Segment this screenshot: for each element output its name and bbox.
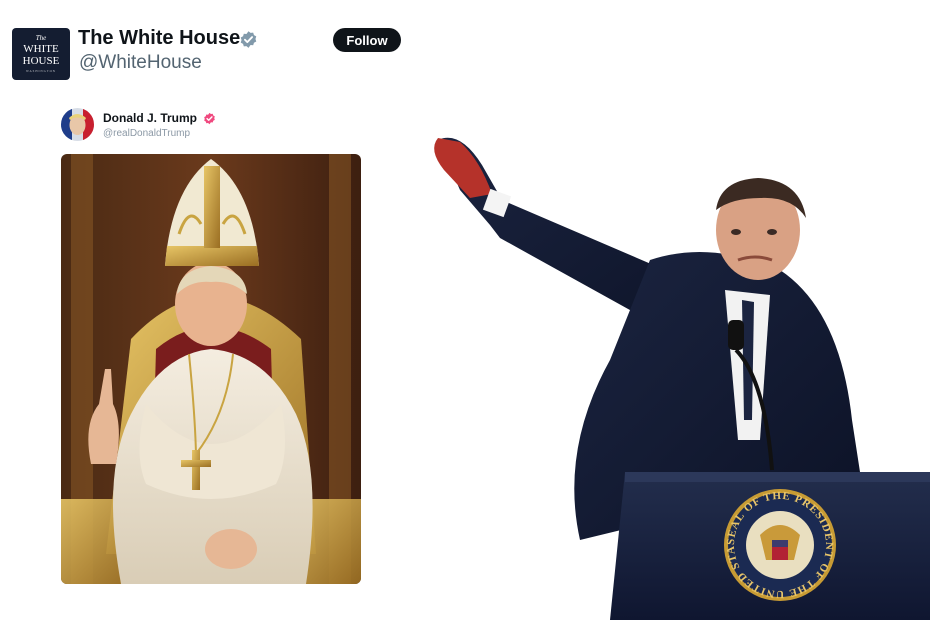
post-author-handle[interactable]: @realDonaldTrump <box>103 128 190 139</box>
podium-speaker-image[interactable]: SEAL OF THE PRESIDENT OF THE UNITED STAT… <box>420 120 930 620</box>
verified-badge-icon <box>204 112 215 125</box>
post-image-pope-portrait[interactable] <box>61 154 361 584</box>
account-display-name[interactable]: The White House <box>78 27 240 50</box>
follow-button[interactable]: Follow <box>333 28 401 52</box>
account-handle[interactable]: @WhiteHouse <box>79 52 202 74</box>
post-author-avatar[interactable] <box>61 108 94 141</box>
avatar-line-3: HOUSE <box>22 55 60 67</box>
post-author-name[interactable]: Donald J. Trump <box>103 111 197 125</box>
account-avatar[interactable]: The WHITE HOUSE WASHINGTON <box>12 28 70 80</box>
avatar-line-2: WHITE <box>23 43 59 55</box>
verified-badge-icon <box>240 31 257 48</box>
avatar-line-1: The <box>35 34 47 42</box>
avatar-line-4: WASHINGTON <box>26 69 56 73</box>
